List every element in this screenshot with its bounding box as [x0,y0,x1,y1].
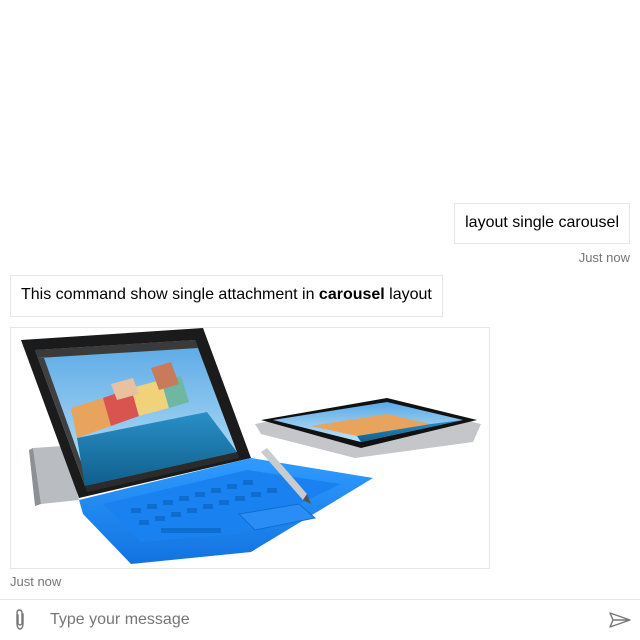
user-message-text: layout single carousel [465,214,619,231]
message-input[interactable] [40,604,590,636]
bot-message-text: This command show single attachment in [21,286,319,303]
tablet-image [21,328,481,564]
send-icon[interactable] [608,608,632,632]
chat-transcript: layout single carousel Just now This com… [0,0,640,599]
message-composer [0,599,640,640]
bot-message-timestamp: Just now [10,574,62,589]
bot-message-text-end: layout [384,286,432,303]
user-message-timestamp: Just now [578,250,630,265]
carousel-image-attachment[interactable] [10,327,490,569]
bot-message-bold-text: carousel [318,286,385,303]
user-message-bubble: layout single carousel [454,203,630,244]
paperclip-icon[interactable] [8,608,32,632]
bot-message-bubble: This command show single attachment in c… [10,275,443,317]
